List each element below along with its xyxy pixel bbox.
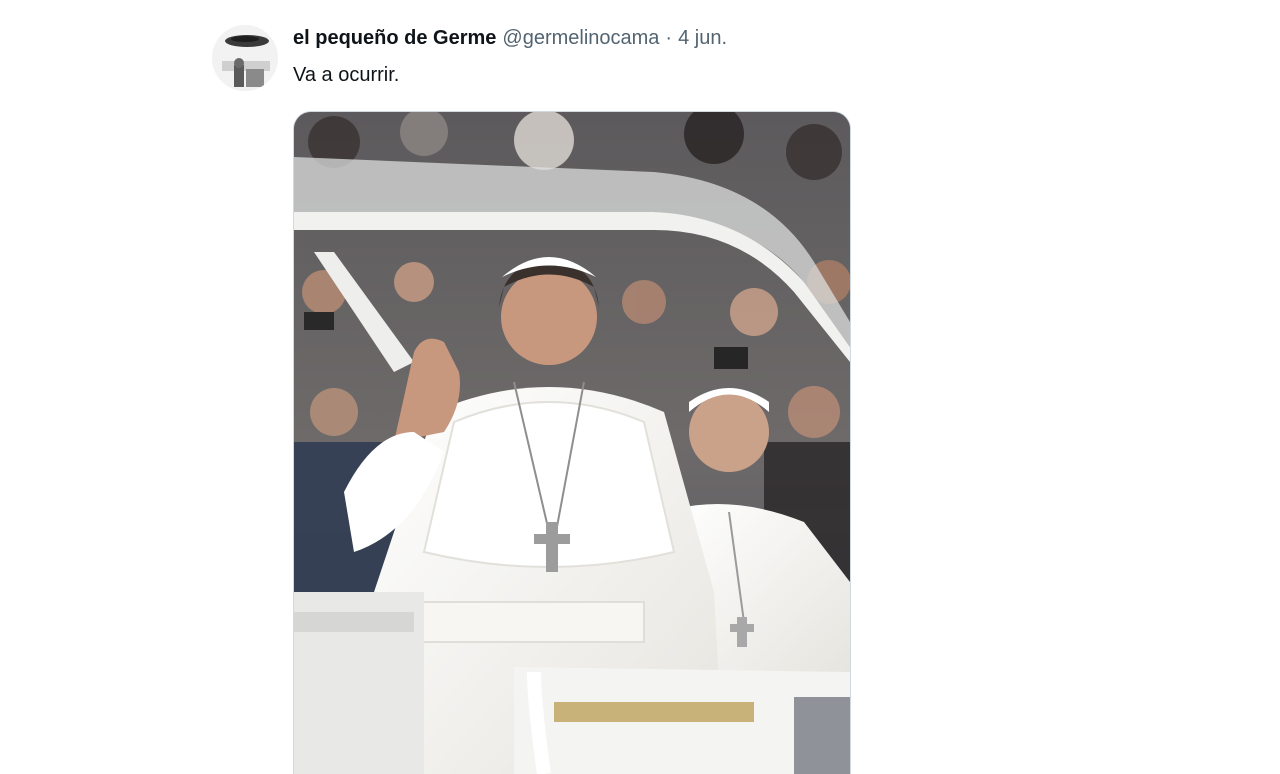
avatar-photo-icon bbox=[212, 25, 278, 91]
user-handle[interactable]: @germelinocama bbox=[502, 22, 659, 54]
photo-image bbox=[294, 112, 850, 774]
tweet-card[interactable]: el pequeño de Germe @germelinocama · 4 j… bbox=[212, 22, 862, 774]
tweet-media-photo[interactable] bbox=[293, 111, 851, 774]
separator-dot: · bbox=[665, 27, 673, 49]
tweet-header: el pequeño de Germe @germelinocama · 4 j… bbox=[293, 22, 853, 54]
user-avatar[interactable] bbox=[212, 25, 278, 91]
tweet-content: el pequeño de Germe @germelinocama · 4 j… bbox=[293, 22, 853, 90]
tweet-text: Va a ocurrir. bbox=[293, 64, 400, 86]
display-name[interactable]: el pequeño de Germe bbox=[293, 22, 496, 54]
tweet-timestamp[interactable]: 4 jun. bbox=[678, 22, 727, 54]
